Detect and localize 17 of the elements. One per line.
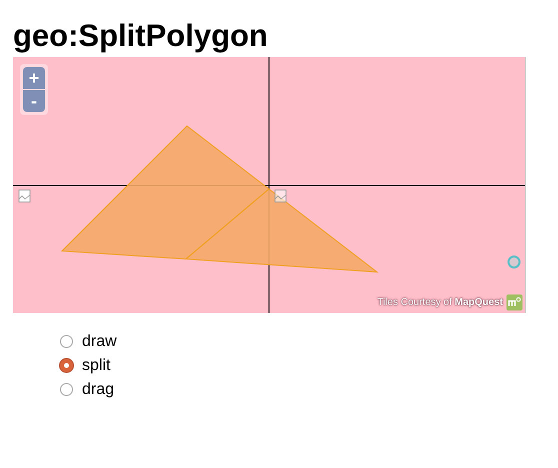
attribution-text: Tiles Courtesy of MapQuest	[377, 297, 503, 308]
map[interactable]: + - Tiles Courtesy of MapQuest	[13, 57, 526, 313]
radio-label: drag	[82, 380, 114, 398]
radio-button[interactable]	[60, 335, 73, 348]
radio-label: draw	[82, 332, 117, 350]
broken-image-icon	[18, 190, 30, 202]
circle-marker	[508, 256, 520, 268]
radio-label: split	[82, 356, 110, 374]
polygon[interactable]	[60, 125, 270, 260]
page-title: geo:SplitPolygon	[13, 17, 269, 55]
polygon[interactable]	[184, 188, 379, 273]
radio-button[interactable]	[60, 383, 73, 396]
zoom-in-button[interactable]: +	[23, 67, 45, 89]
radio-button[interactable]	[60, 359, 73, 372]
logo-icon	[506, 294, 523, 311]
broken-image-icon	[274, 190, 286, 202]
zoom-out-button[interactable]: -	[23, 90, 45, 112]
